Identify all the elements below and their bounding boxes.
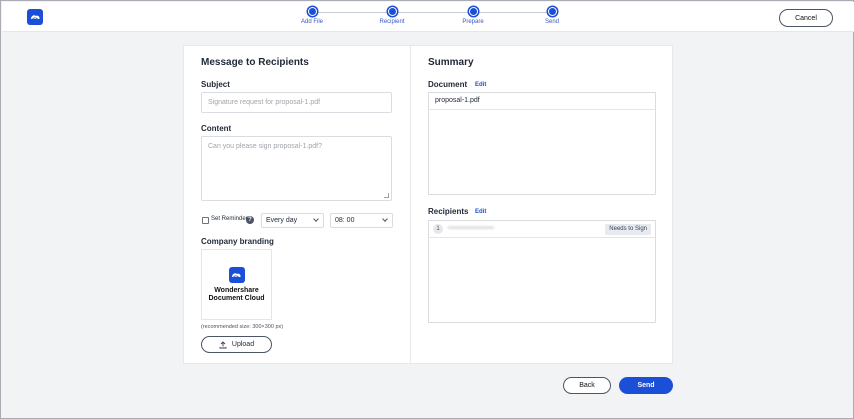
content-label: Content	[201, 124, 232, 133]
step-label: Add File	[300, 19, 323, 25]
set-reminder-label: Set Reminder	[211, 216, 248, 222]
branding-preview: Wondershare Document Cloud	[201, 249, 272, 320]
frequency-value: Every day	[266, 217, 298, 224]
back-button[interactable]: Back	[563, 377, 611, 394]
stepper-line	[312, 12, 552, 13]
recipient-email: ••••••••••••••••••••	[448, 226, 495, 232]
cancel-button[interactable]: Cancel	[779, 9, 833, 27]
recommended-size-note: (recommended size: 300×300 px)	[201, 324, 284, 330]
document-label: Document	[428, 80, 468, 89]
top-bar: Add File Recipient Prepare Send Cancel	[2, 2, 854, 32]
recipients-edit-link[interactable]: Edit	[475, 209, 486, 215]
app-logo-icon[interactable]	[27, 9, 43, 25]
step-add-file: Add File	[282, 7, 342, 25]
content-textarea[interactable]: Can you please sign proposal-1.pdf?	[201, 136, 392, 201]
subject-placeholder: Signature request for proposal-1.pdf	[208, 99, 321, 106]
subject-input[interactable]: Signature request for proposal-1.pdf	[201, 92, 392, 113]
company-branding-label: Company branding	[201, 237, 274, 246]
document-name: proposal-1.pdf	[429, 93, 655, 110]
time-select[interactable]: 08: 00	[330, 213, 393, 228]
brand-logo-icon	[228, 266, 245, 283]
resize-handle-icon[interactable]	[384, 193, 389, 198]
recipient-row: 1 •••••••••••••••••••• Needs to Sign	[429, 221, 655, 238]
step-recipient: Recipient	[362, 7, 422, 25]
help-icon[interactable]: ?	[246, 216, 254, 224]
step-dot	[307, 7, 317, 16]
progress-stepper: Add File Recipient Prepare Send	[301, 7, 559, 29]
app-frame: Add File Recipient Prepare Send Cancel M…	[0, 0, 854, 419]
upload-icon	[219, 340, 227, 348]
message-title: Message to Recipients	[201, 57, 309, 68]
recipient-role-badge: Needs to Sign	[605, 224, 651, 235]
document-panel: proposal-1.pdf	[428, 92, 656, 195]
chevron-down-icon	[313, 216, 319, 222]
brand-name-line2: Document Cloud	[208, 294, 265, 302]
recipient-index: 1	[433, 224, 443, 234]
recipients-panel: 1 •••••••••••••••••••• Needs to Sign	[428, 220, 656, 323]
upload-button[interactable]: Upload	[201, 336, 272, 353]
step-label: Recipient	[379, 19, 405, 25]
send-button[interactable]: Send	[619, 377, 673, 394]
step-dot	[468, 7, 478, 16]
subject-label: Subject	[201, 80, 230, 89]
summary-title: Summary	[428, 57, 474, 68]
chevron-down-icon	[382, 216, 388, 222]
cloud-icon	[232, 272, 241, 277]
column-divider	[410, 46, 411, 363]
cloud-icon	[30, 15, 40, 20]
recipients-label: Recipients	[428, 207, 469, 216]
step-prepare: Prepare	[443, 7, 503, 25]
step-dot	[547, 7, 557, 16]
time-value: 08: 00	[335, 217, 355, 224]
content-placeholder: Can you please sign proposal-1.pdf?	[208, 143, 323, 150]
help-glyph: ?	[248, 217, 252, 223]
step-label: Send	[544, 19, 559, 25]
set-reminder-checkbox[interactable]	[202, 217, 209, 224]
step-send: Send	[522, 7, 582, 25]
brand-name-line1: Wondershare	[214, 286, 259, 294]
upload-label: Upload	[231, 341, 255, 348]
document-edit-link[interactable]: Edit	[475, 82, 486, 88]
step-label: Prepare	[462, 19, 484, 25]
frequency-select[interactable]: Every day	[261, 213, 324, 228]
send-card: Message to Recipients Subject Signature …	[183, 45, 673, 364]
step-dot	[387, 7, 397, 16]
